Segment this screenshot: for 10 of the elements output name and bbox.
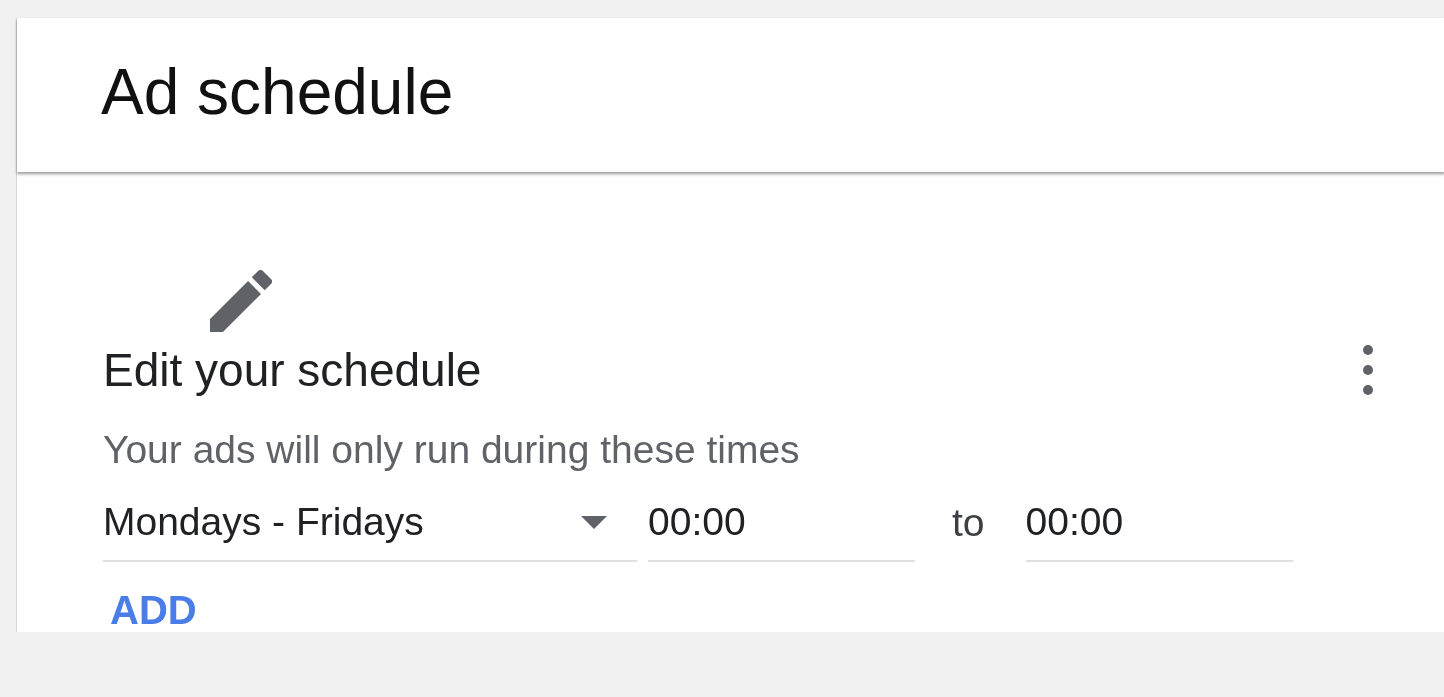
section-title: Edit your schedule (103, 343, 482, 398)
days-dropdown[interactable]: Mondays - Fridays (103, 484, 637, 562)
pencil-icon[interactable] (210, 270, 272, 332)
start-time-field[interactable]: 00:00 (648, 484, 915, 562)
caret-icon (581, 515, 607, 529)
page-title: Ad schedule (101, 56, 454, 128)
section-subtitle: Your ads will only run during these times (103, 427, 801, 473)
add-button[interactable]: ADD (110, 588, 197, 632)
separator-label: to (952, 500, 985, 546)
end-time-field[interactable]: 00:00 (1025, 484, 1293, 562)
